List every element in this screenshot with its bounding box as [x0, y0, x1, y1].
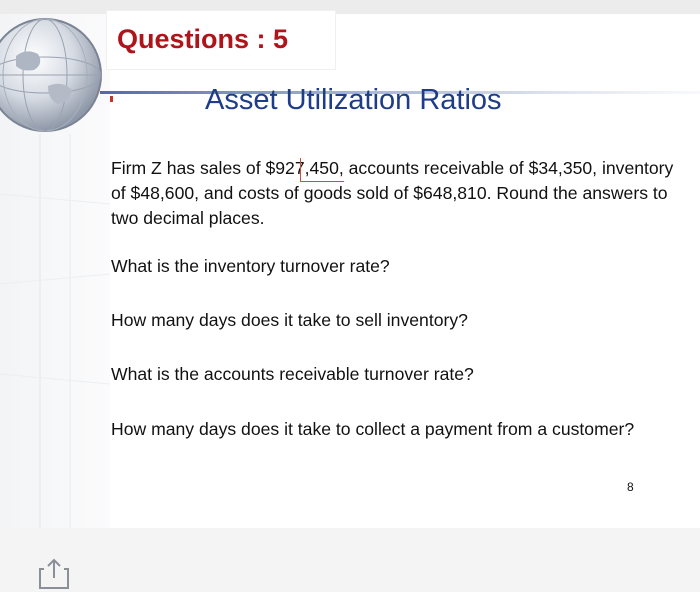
globe-icon	[0, 18, 102, 132]
screenshot: Questions : 5 Asset Utilization Ratios F…	[0, 0, 700, 592]
decorative-lines	[0, 134, 110, 528]
top-bar	[0, 0, 700, 14]
problem-paragraph: Firm Z has sales of $927,450, accounts r…	[111, 158, 674, 228]
bottom-toolbar	[0, 528, 700, 592]
question-3: What is the accounts receivable turnover…	[111, 364, 474, 384]
question-1: What is the inventory turnover rate?	[111, 256, 390, 276]
slide-title: Questions : 5	[117, 24, 289, 54]
page-number: 8	[627, 480, 634, 494]
share-icon[interactable]	[34, 558, 74, 590]
annotation-mark	[300, 158, 344, 182]
question-2: How many days does it take to sell inven…	[111, 310, 468, 330]
red-marker	[110, 96, 113, 102]
question-4: How many days does it take to collect a …	[111, 419, 635, 439]
slide-decoration	[0, 14, 110, 528]
problem-statement: Firm Z has sales of $927,450, accounts r…	[111, 156, 681, 231]
slide-subtitle: Asset Utilization Ratios	[205, 84, 502, 116]
